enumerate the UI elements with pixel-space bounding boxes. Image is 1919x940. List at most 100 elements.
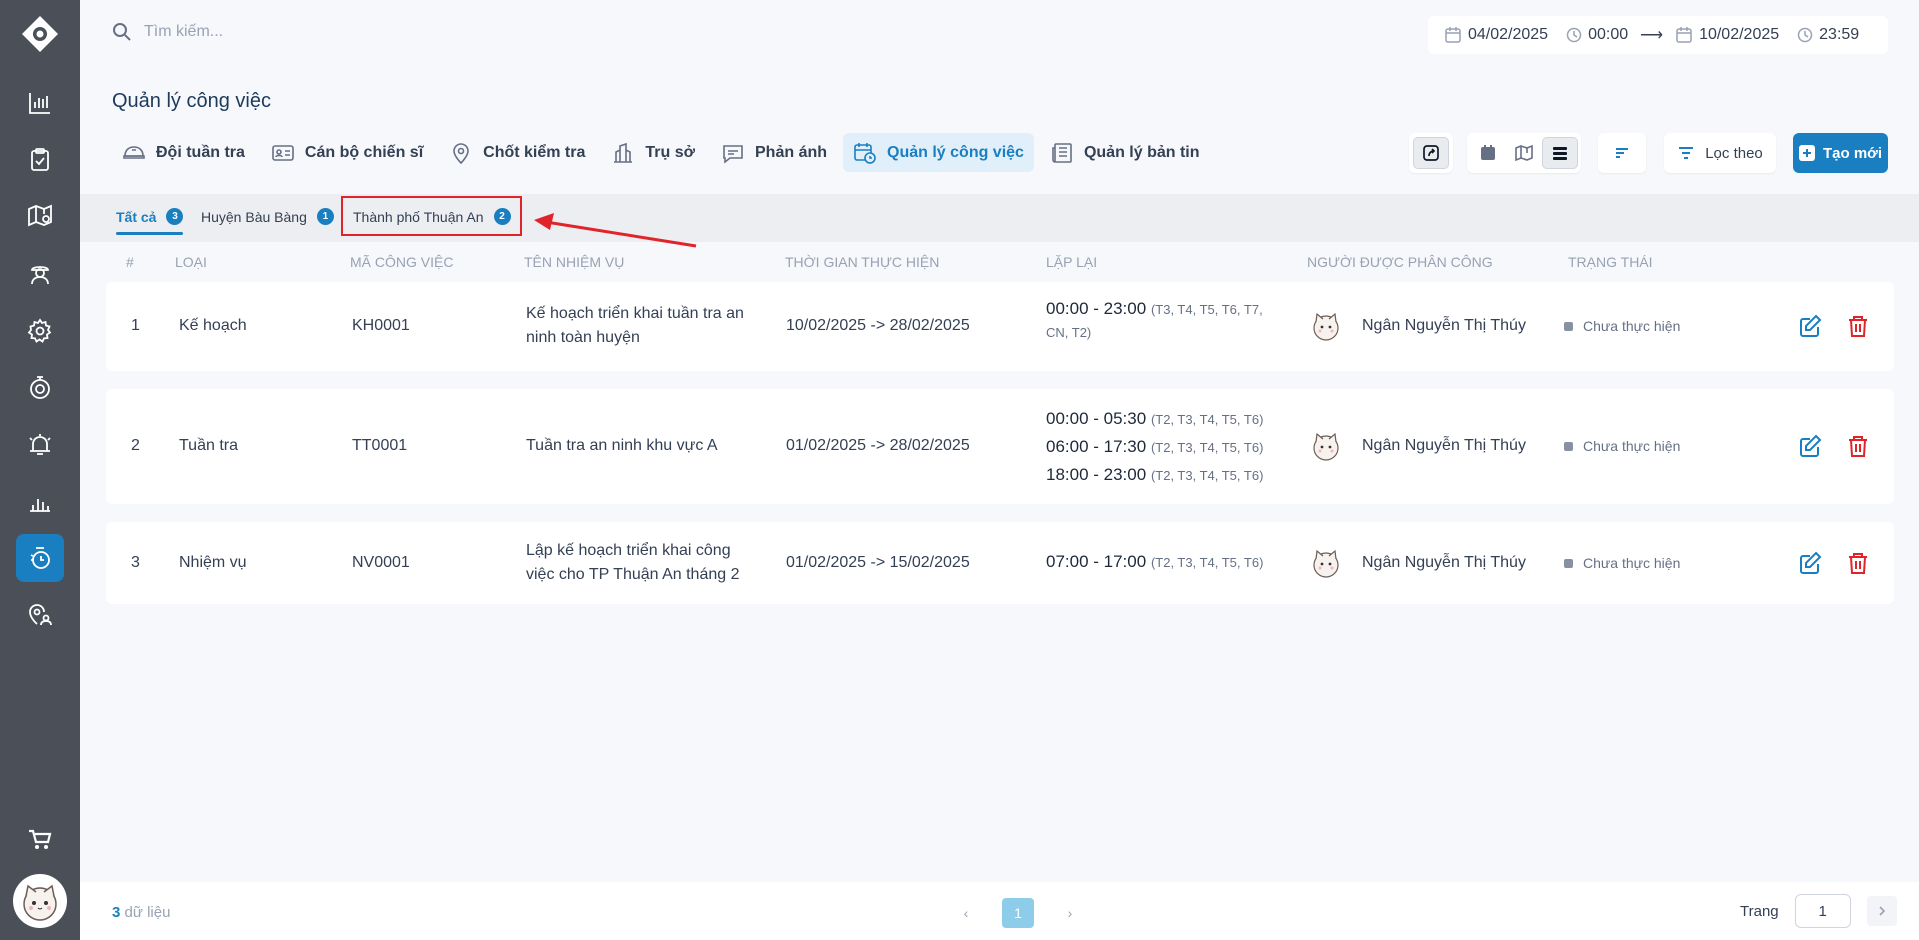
count-badge: 3: [166, 208, 184, 225]
to-time[interactable]: 23:59: [1819, 26, 1859, 44]
task-name: Lập kế hoạch triển khai công việc cho TP…: [526, 542, 740, 583]
assignee: Ngân Nguyễn Thị Thúy: [1310, 426, 1526, 466]
nav-dashboard-icon[interactable]: [16, 79, 64, 127]
create-button[interactable]: Tạo mới: [1793, 133, 1888, 173]
page-input[interactable]: 1: [1794, 894, 1851, 928]
tab-feedback[interactable]: Phản ánh: [711, 133, 837, 172]
edit-icon[interactable]: [1798, 434, 1822, 458]
user-avatar[interactable]: [13, 874, 67, 928]
page-number-button[interactable]: 1: [1002, 898, 1034, 928]
column-header: Thời gian thực hiện: [785, 254, 940, 270]
repeat-schedule: 00:00 - 05:30 (T2, T3, T4, T5, T6) 06:00…: [1046, 409, 1264, 484]
task-type: Nhiệm vụ: [179, 554, 247, 571]
nav-officer-icon[interactable]: [16, 250, 64, 298]
calendar-view-button[interactable]: [1470, 137, 1506, 169]
from-date[interactable]: 04/02/2025: [1468, 26, 1548, 44]
delete-trash-icon[interactable]: [1846, 314, 1870, 338]
table-row[interactable]: 3 Nhiệm vụ NV0001 Lập kế hoạch triển kha…: [106, 522, 1894, 604]
status-badge: Chưa thực hiện: [1564, 551, 1680, 575]
nav-bar-chart-icon[interactable]: [16, 478, 64, 526]
pagination: ‹ 1 ›: [950, 898, 1086, 928]
column-header: Người được phân công: [1307, 254, 1493, 270]
nav-settings-gear-icon[interactable]: [16, 307, 64, 355]
map-pin-icon: [453, 142, 469, 164]
count-badge: 1: [316, 208, 334, 225]
chat-icon: [723, 144, 743, 164]
column-header: #: [126, 254, 134, 270]
repeat-schedule: 00:00 - 23:00 (T3, T4, T5, T6, T7, CN, T…: [1046, 299, 1263, 340]
search-input[interactable]: Tìm kiếm...: [144, 23, 223, 41]
task-period: 01/02/2025 -> 15/02/2025: [786, 554, 970, 571]
sort-button[interactable]: [1598, 133, 1646, 173]
tab-task-management[interactable]: Quản lý công việc: [843, 133, 1034, 172]
tab-patrol-team[interactable]: Đội tuần tra: [112, 133, 255, 172]
table-row[interactable]: 2 Tuần tra TT0001 Tuần tra an ninh khu v…: [106, 389, 1894, 504]
table-row[interactable]: 1 Kế hoạch KH0001 Kế hoạch triển khai tu…: [106, 282, 1894, 371]
date-range-picker[interactable]: 04/02/2025 00:00 ⟶ 10/02/2025 23:59: [1428, 16, 1888, 54]
patrol-cap-icon: [123, 145, 145, 159]
tab-news-management[interactable]: Quản lý bản tin: [1040, 133, 1210, 172]
tab-headquarters[interactable]: Trụ sở: [601, 133, 705, 172]
task-name: Tuần tra an ninh khu vực A: [526, 437, 718, 454]
top-bar: Tìm kiếm... 04/02/2025 00:00 ⟶ 10/02/202…: [80, 0, 1919, 70]
tab-officers[interactable]: Cán bộ chiến sĩ: [261, 133, 433, 172]
assignee-avatar: [1313, 432, 1339, 461]
filter-icon: [1679, 147, 1694, 159]
row-actions: [1798, 551, 1870, 575]
task-code: TT0001: [352, 437, 408, 454]
column-header: Tên nhiệm vụ: [524, 254, 625, 270]
row-number: 2: [131, 437, 140, 454]
nav-location-users-icon[interactable]: [16, 591, 64, 639]
sidebar: [0, 0, 80, 940]
row-actions: [1798, 314, 1870, 338]
task-period: 10/02/2025 -> 28/02/2025: [786, 317, 970, 334]
repeat-schedule: 07:00 - 17:00 (T2, T3, T4, T5, T6): [1046, 552, 1264, 571]
prev-page-chevron-icon[interactable]: ‹: [950, 898, 982, 928]
arrow-right-icon: ⟶: [1640, 27, 1664, 44]
assignee-avatar: [1313, 549, 1339, 578]
map-view-button[interactable]: [1506, 137, 1542, 169]
plus-square-icon: [1798, 145, 1815, 161]
app-logo-icon[interactable]: [21, 15, 59, 53]
status-badge: Chưa thực hiện: [1564, 434, 1680, 458]
share-icon: [1423, 145, 1439, 161]
delete-trash-icon[interactable]: [1846, 551, 1870, 575]
calendar-clock-icon: [854, 142, 876, 164]
column-header: Trạng thái: [1568, 254, 1653, 270]
nav-task-management-icon[interactable]: [16, 534, 64, 582]
record-count: 3 dữ liệu: [112, 904, 171, 921]
table-header: # Loại Mã công việc Tên nhiệm vụ Thời gi…: [80, 242, 1919, 282]
filter-button[interactable]: Lọc theo: [1664, 133, 1776, 173]
nav-clipboard-check-icon[interactable]: [16, 136, 64, 184]
row-number: 1: [131, 317, 140, 334]
edit-icon[interactable]: [1798, 551, 1822, 575]
search-icon: [113, 23, 131, 41]
nav-alarm-icon[interactable]: [16, 421, 64, 469]
nav-map-pin-icon[interactable]: [16, 192, 64, 240]
to-date[interactable]: 10/02/2025: [1699, 26, 1779, 44]
row-number: 3: [131, 554, 140, 571]
assignee: Ngân Nguyễn Thị Thúy: [1310, 543, 1526, 583]
page-jump: Trang 1: [1740, 894, 1897, 928]
list-view-icon: [1553, 147, 1567, 160]
delete-trash-icon[interactable]: [1846, 434, 1870, 458]
next-page-chevron-icon[interactable]: ›: [1054, 898, 1086, 928]
task-type: Tuần tra: [179, 437, 238, 454]
calendar-view-icon: [1481, 145, 1495, 160]
nav-cart-icon[interactable]: [16, 816, 64, 864]
tab-checkpoints[interactable]: Chốt kiểm tra: [439, 133, 595, 172]
subtab-all[interactable]: Tất cả 3: [116, 208, 184, 235]
edit-icon[interactable]: [1798, 314, 1822, 338]
id-card-icon: [272, 144, 294, 161]
next-page-icon[interactable]: [1866, 896, 1897, 926]
sort-icon: [1616, 148, 1628, 158]
search-box[interactable]: Tìm kiếm...: [112, 22, 223, 42]
nav-timer-icon[interactable]: [16, 364, 64, 412]
list-view-button[interactable]: [1542, 137, 1578, 169]
from-time[interactable]: 00:00: [1588, 26, 1628, 44]
page-title: Quản lý công việc: [112, 90, 271, 112]
map-view-icon: [1515, 144, 1533, 162]
task-name: Kế hoạch triển khai tuần tra an ninh toà…: [526, 305, 744, 346]
subtab-bau-bang[interactable]: Huyện Bàu Bàng 1: [201, 208, 334, 225]
share-button[interactable]: [1413, 137, 1449, 169]
